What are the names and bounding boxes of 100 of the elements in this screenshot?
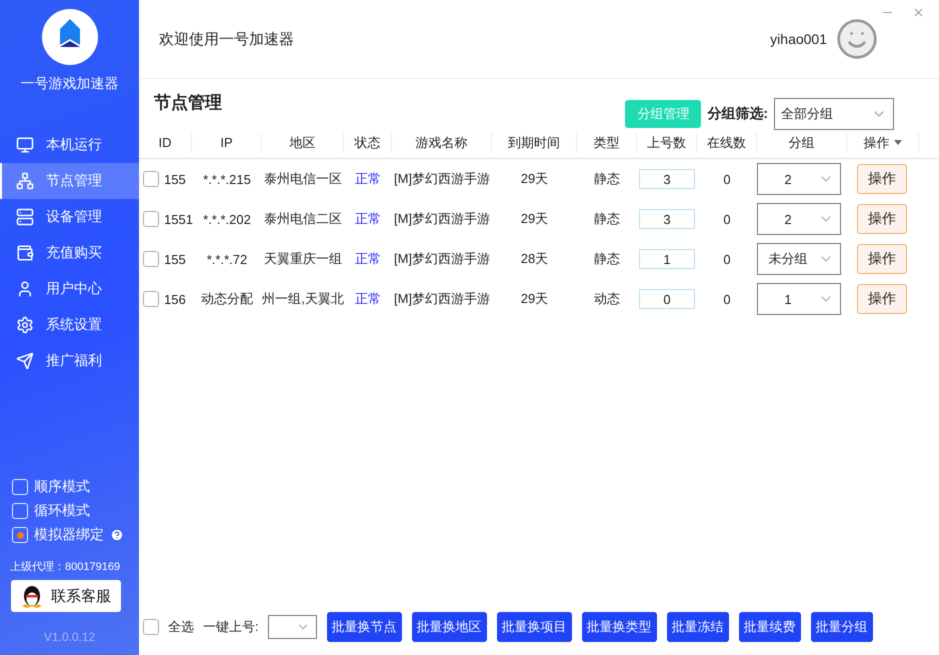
table-cell-text: 正常 xyxy=(354,250,382,268)
table-cell: 1551 xyxy=(164,212,193,226)
page-title: 节点管理 xyxy=(154,92,222,114)
column-header: 游戏名称 xyxy=(392,132,492,152)
penguin-icon xyxy=(21,584,43,608)
table-cell-text: 正常 xyxy=(354,170,382,188)
table-cell-text: 静态 xyxy=(593,250,621,268)
option-label: 顺序模式 xyxy=(34,478,90,496)
batch-button[interactable]: 批量换地区 xyxy=(412,612,487,642)
quick-login-label: 一键上号: xyxy=(203,618,259,636)
table-cell-text: 动态分配 xyxy=(200,290,254,308)
quick-login-select[interactable] xyxy=(268,615,317,639)
sidebar-item[interactable]: 用户中心 xyxy=(0,271,139,307)
batch-button[interactable]: 批量分组 xyxy=(810,612,873,642)
group-select[interactable]: 2 xyxy=(757,203,841,235)
sidebar-item[interactable]: 推广福利 xyxy=(0,343,139,379)
table-cell-text: 29天 xyxy=(520,210,550,228)
user-icon xyxy=(16,280,34,298)
settings-icon xyxy=(16,316,34,334)
column-header: IP xyxy=(192,132,262,152)
sidebar-item[interactable]: 设备管理 xyxy=(0,199,139,235)
batch-button[interactable]: 批量换节点 xyxy=(326,612,402,642)
table-cell-text: 0 xyxy=(722,292,732,306)
action-button[interactable]: 操作 xyxy=(857,164,907,194)
table-cell-text: [M]梦幻西游手游 xyxy=(392,290,492,308)
row-checkbox[interactable] xyxy=(143,171,159,187)
sidebar-item[interactable]: 系统设置 xyxy=(0,307,139,343)
row-checkbox[interactable] xyxy=(143,291,159,307)
sidebar-item[interactable]: 本机运行 xyxy=(0,127,139,163)
column-header: 到期时间 xyxy=(492,132,577,152)
app-name: 一号游戏加速器 xyxy=(20,75,118,93)
input-field[interactable]: 3 xyxy=(639,209,695,229)
contact-button[interactable]: 联系客服 xyxy=(11,580,121,612)
input-field[interactable]: 3 xyxy=(639,169,695,189)
table-cell-text: 29天 xyxy=(520,170,550,188)
table-cell-text: 正常 xyxy=(354,290,382,308)
send-icon xyxy=(16,352,34,370)
batch-button[interactable]: 批量换类型 xyxy=(582,612,657,642)
sidebar-item[interactable]: 节点管理 xyxy=(0,163,139,199)
table-cell-text: 动态 xyxy=(593,290,621,308)
table-cell-text: [M]梦幻西游手游 xyxy=(392,250,492,268)
agent-text: 上级代理：800179169 xyxy=(9,560,122,574)
filter-label: 分组筛选: xyxy=(707,105,768,123)
network-icon xyxy=(16,172,34,190)
table-cell: 州一组,天翼北 xyxy=(262,290,344,308)
select-all-checkbox[interactable] xyxy=(143,619,159,635)
table-cell-text: *.*.*.72 xyxy=(206,252,248,266)
welcome-text: 欢迎使用一号加速器 xyxy=(159,30,294,48)
table-cell-text: 0 xyxy=(722,252,732,266)
group-select[interactable]: 2 xyxy=(757,163,841,195)
checkbox[interactable] xyxy=(12,527,28,543)
logo-icon xyxy=(42,9,98,65)
table-cell-text: 泰州电信一区 xyxy=(263,170,343,188)
avatar-icon[interactable] xyxy=(835,17,879,61)
close-icon[interactable] xyxy=(912,6,925,19)
group-select[interactable]: 1 xyxy=(757,283,841,315)
help-icon[interactable] xyxy=(110,528,124,542)
row-checkbox[interactable] xyxy=(143,211,159,227)
table-cell-text: 0 xyxy=(722,172,732,186)
column-header: 状态 xyxy=(344,132,392,152)
monitor-icon xyxy=(16,136,34,154)
column-header: 操作 xyxy=(847,132,919,152)
dropdown-arrow-icon[interactable] xyxy=(894,140,902,145)
action-button[interactable]: 操作 xyxy=(857,284,907,314)
option-label: 循环模式 xyxy=(34,502,90,520)
row-checkbox[interactable] xyxy=(143,251,159,267)
input-field[interactable]: 1 xyxy=(639,249,695,269)
server-icon xyxy=(16,208,34,226)
table-cell-text: 正常 xyxy=(354,210,382,228)
column-header: 在线数 xyxy=(697,132,757,152)
batch-button[interactable]: 批量续费 xyxy=(738,612,801,642)
table-cell-text: 泰州电信二区 xyxy=(263,210,343,228)
action-button[interactable]: 操作 xyxy=(857,204,907,234)
batch-button[interactable]: 批量换项目 xyxy=(496,612,572,642)
table-cell-text: 静态 xyxy=(593,170,621,188)
option-label: 模拟器绑定 xyxy=(34,526,104,544)
batch-button[interactable]: 批量冻结 xyxy=(666,612,729,642)
checkbox[interactable] xyxy=(12,479,28,495)
table-cell-text: [M]梦幻西游手游 xyxy=(392,210,492,228)
column-header: 地区 xyxy=(262,132,344,152)
action-button[interactable]: 操作 xyxy=(857,244,907,274)
input-field[interactable]: 0 xyxy=(639,289,695,309)
column-header: 分组 xyxy=(757,132,847,152)
table-cell-text: 28天 xyxy=(520,250,550,268)
table-cell: 155 xyxy=(164,172,186,186)
table-cell-text: 0 xyxy=(722,212,732,226)
group-filter-select[interactable]: 全部分组 xyxy=(774,98,894,130)
table-cell-text: [M]梦幻西游手游 xyxy=(392,170,492,188)
version-text: V1.0.0.12 xyxy=(42,630,96,644)
table-cell: 156 xyxy=(164,292,186,306)
select-all-label: 全选 xyxy=(168,618,194,636)
table-cell: 155 xyxy=(164,252,186,266)
column-header: 上号数 xyxy=(637,132,697,152)
group-select[interactable]: 未分组 xyxy=(757,243,841,275)
table-cell-text: *.*.*.202 xyxy=(202,212,252,226)
checkbox[interactable] xyxy=(12,503,28,519)
table-cell-text: 29天 xyxy=(520,290,550,308)
sidebar-item[interactable]: 充值购买 xyxy=(0,235,139,271)
table-cell-text: 静态 xyxy=(593,210,621,228)
table-cell-text: 天翼重庆一组 xyxy=(263,250,343,268)
